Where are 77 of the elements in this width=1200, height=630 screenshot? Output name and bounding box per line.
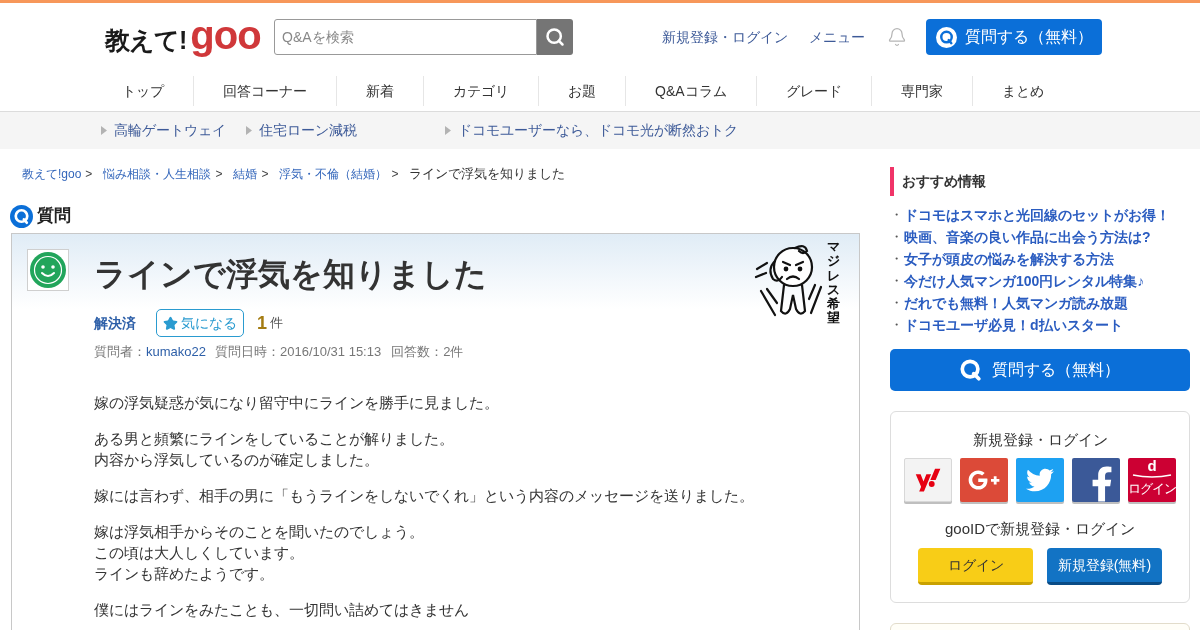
goo-login-heading: gooIDで新規登録・ログイン <box>945 519 1135 539</box>
search-field[interactable]: Q&Aを検索 <box>274 19 537 55</box>
register-button[interactable]: 新規登録(無料) <box>1047 548 1162 585</box>
facebook-login-button[interactable] <box>1072 458 1120 502</box>
question-paragraph: 嫁は浮気相手からそのことを聞いたのでしょう。 この頃は大人しくしています。 ラインも辞めたようです。 <box>94 522 424 584</box>
twitter-login-button[interactable] <box>1016 458 1064 502</box>
posted-date: 質問日時：2016/10/31 15:13 <box>215 343 382 362</box>
question-paragraph: 僕にはラインをみたことも、一切問い詰めてはきません <box>94 600 469 620</box>
caret-icon <box>445 126 451 135</box>
question-title: ラインで浮気を知りました <box>94 255 487 294</box>
docomo-login-button[interactable]: d ログイン <box>1128 458 1176 502</box>
resolved-status: 解決済 <box>94 313 136 333</box>
breadcrumb-current: ラインで浮気を知りました <box>409 164 566 183</box>
curve-icon <box>1132 474 1172 478</box>
ask-question-button[interactable]: 質問する（無料） <box>890 349 1190 391</box>
breadcrumb-separator: > <box>215 165 223 183</box>
question-paragraph: 嫁には言わず、相手の男に「もうラインをしないでくれ」という内容のメッセージを送りました。 <box>94 486 754 506</box>
watch-count: 1 <box>257 311 267 335</box>
login-button[interactable]: ログイン <box>918 548 1033 585</box>
nav-link[interactable]: お題 <box>538 76 625 106</box>
breadcrumb-separator: > <box>391 165 399 183</box>
asker-link[interactable]: kumako22 <box>146 342 206 362</box>
list-bullet: ・ <box>890 294 904 313</box>
promo-link[interactable]: 住宅ローン減税 <box>246 120 357 141</box>
avatar-icon <box>27 249 69 291</box>
question-icon <box>10 204 33 228</box>
section-heading: 質問 <box>37 205 71 228</box>
sticker-text: マジレス希望 <box>827 240 840 326</box>
recommended-link[interactable]: 女子が頭皮の悩みを解決する方法 <box>904 248 1114 270</box>
watch-unit: 件 <box>270 314 283 333</box>
recommended-link[interactable]: 映画、音楽の良い作品に出会う方法は? <box>904 226 1151 248</box>
promo-link[interactable]: 高輪ゲートウェイ <box>101 120 226 141</box>
nav-link[interactable]: 専門家 <box>870 76 972 106</box>
nav-link[interactable]: トップ <box>93 76 193 106</box>
recommended-link[interactable]: ドコモユーザ必見！d払いスタート <box>904 314 1123 336</box>
breadcrumb-link[interactable]: 結婚 <box>233 164 258 183</box>
promo-link[interactable]: ドコモユーザーなら、ドコモ光が断然おトク <box>445 120 738 141</box>
breadcrumb-separator: > <box>85 165 93 183</box>
list-bullet: ・ <box>890 316 904 335</box>
breadcrumb-link[interactable]: 浮気・不倫（結婚） <box>279 164 388 183</box>
recommended-link[interactable]: 今だけ人気マンガ100円レンタル特集♪ <box>904 270 1145 292</box>
yahoo-icon <box>915 467 941 493</box>
question-paragraph: ある男と頻繁にラインをしていることが解りました。 内容から浮気しているのが確定しました。 <box>94 429 454 470</box>
list-bullet: ・ <box>890 250 904 269</box>
list-bullet: ・ <box>890 272 904 291</box>
nav-link[interactable]: まとめ <box>971 76 1073 106</box>
nav-link[interactable]: グレード <box>755 76 871 106</box>
header-link[interactable]: メニュー <box>809 26 865 48</box>
breadcrumb-separator: > <box>261 165 269 183</box>
caret-icon <box>246 126 252 135</box>
facebook-icon <box>1091 466 1113 502</box>
caret-icon <box>101 126 107 135</box>
nav-link[interactable]: カテゴリ <box>423 76 538 106</box>
recommended-link[interactable]: だれでも無料！人気マンガ読み放題 <box>904 292 1128 314</box>
breadcrumb-link[interactable]: 教えて!goo <box>22 164 82 183</box>
recommended-link[interactable]: ドコモはスマホと光回線のセットがお得！ <box>904 204 1170 226</box>
recommended-heading: おすすめ情報 <box>890 167 1190 196</box>
search-button[interactable] <box>537 19 573 55</box>
asker-label: 質問者： <box>94 343 146 362</box>
yahoo-login-button[interactable] <box>904 458 952 502</box>
ask-question-button[interactable]: 質問する（無料） <box>926 19 1102 55</box>
nav-link[interactable]: 新着 <box>336 76 423 106</box>
breadcrumb-link[interactable]: 悩み相談・人生相談 <box>103 164 212 183</box>
bird-icon <box>1026 466 1054 494</box>
nav-link[interactable]: Q&Aコラム <box>625 76 756 106</box>
list-bullet: ・ <box>890 206 904 225</box>
question-icon <box>935 26 957 48</box>
answer-count: 回答数：2件 <box>391 343 464 362</box>
question-paragraph: 嫁の浮気疑惑が気になり留守中にラインを勝手に見ました。 <box>94 393 499 413</box>
search-icon <box>545 27 565 47</box>
google-plus-login-button[interactable] <box>960 458 1008 502</box>
nav-link[interactable]: 回答コーナー <box>193 76 336 106</box>
login-heading: 新規登録・ログイン <box>972 430 1108 450</box>
star-icon <box>163 315 178 331</box>
question-icon <box>960 359 982 381</box>
list-bullet: ・ <box>890 228 904 247</box>
header-link[interactable]: 新規登録・ログイン <box>662 26 788 48</box>
